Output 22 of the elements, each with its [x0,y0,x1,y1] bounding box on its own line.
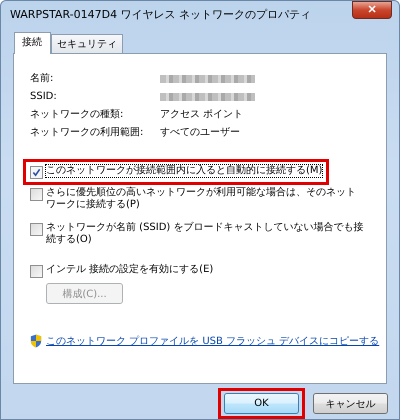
tab[interactable]: セキュリティ [51,34,123,53]
property-label: ネットワークの種類: [30,108,124,121]
dialog-button[interactable]: OK [224,393,299,414]
checkbox[interactable] [30,188,43,201]
property-value: すべてのユーザー [160,126,241,139]
window-title: WARPSTAR-0147D4 ワイヤレス ネットワークのプロパティ [9,6,312,22]
dialog-button[interactable]: キャンセル [313,393,388,414]
property-label: 名前: [30,72,54,85]
checkbox[interactable] [30,166,43,179]
checkbox[interactable] [30,223,43,236]
checkbox-label: ネットワークが名前 (SSID) をブロードキャストしていない場合でも接続する(O) [46,222,364,246]
checkbox-label: さらに優先順位の高いネットワークが利用可能な場合は、そのネットワークに接続する(P) [46,187,357,211]
property-label: ネットワークの利用範囲: [30,126,144,139]
property-value: アクセス ポイント [160,108,244,121]
checkbox-label: このネットワークが接続範囲内に入ると自動的に接続する(M) [46,165,322,177]
tab[interactable]: 接続 [14,32,51,54]
property-label: SSID: [30,90,58,103]
checkbox-label: インテル 接続の設定を有効にする(E) [46,264,214,276]
close-button[interactable]: ✕ [352,1,392,19]
checkbox[interactable] [30,265,43,278]
copy-profile-link[interactable]: このネットワーク プロファイルを USB フラッシュ デバイスにコピーする [46,334,380,348]
shield-icon [30,334,42,348]
